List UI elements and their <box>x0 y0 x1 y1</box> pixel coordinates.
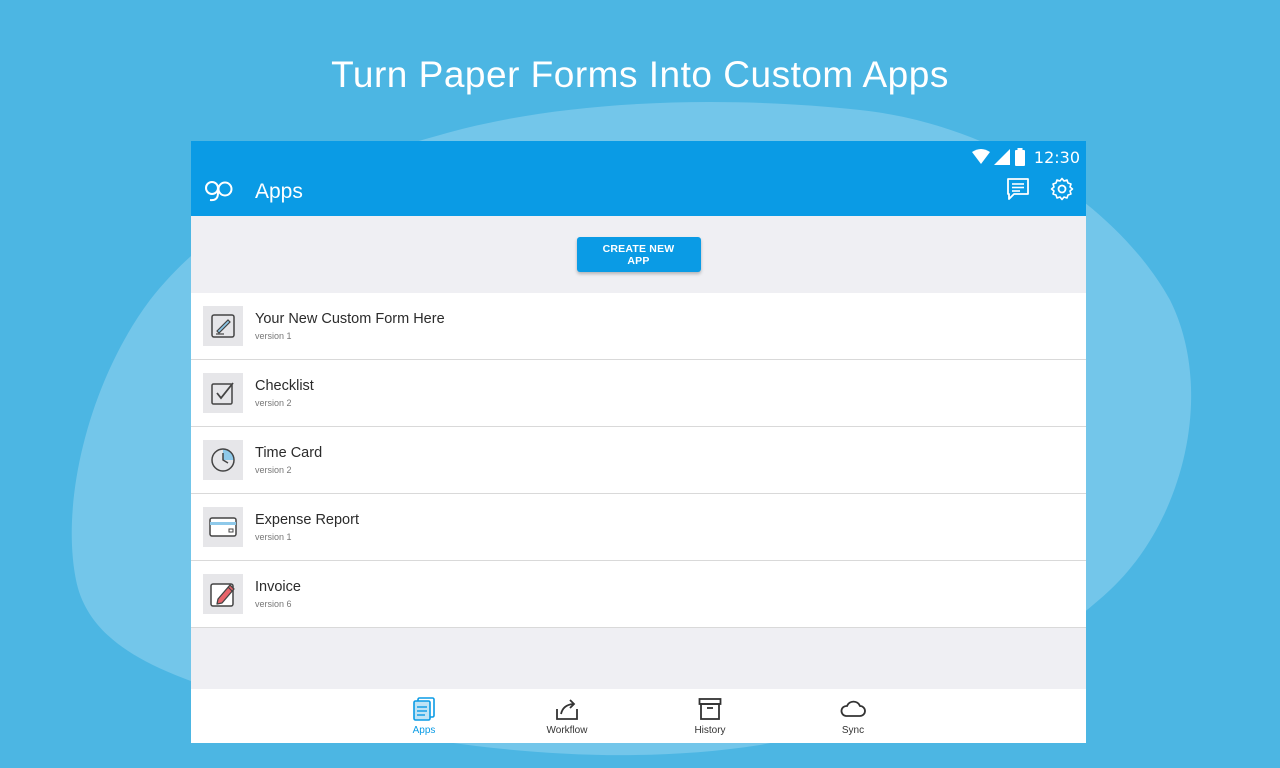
headline: Turn Paper Forms Into Custom Apps <box>331 54 949 95</box>
nav-history[interactable]: History <box>670 697 750 736</box>
settings-gear-icon[interactable] <box>1050 177 1074 201</box>
list-item-custom-form[interactable]: Your New Custom Form Here version 1 <box>191 293 1086 360</box>
nav-label: Sync <box>841 725 865 736</box>
list-item-expense-report[interactable]: Expense Report version 1 <box>191 494 1086 561</box>
app-version: version 1 <box>255 331 292 341</box>
app-version: version 2 <box>255 398 292 408</box>
page-title: Apps <box>255 180 303 203</box>
app-name: Your New Custom Form Here <box>255 311 445 327</box>
apps-list: Your New Custom Form Here version 1 Chec… <box>191 293 1086 628</box>
app-name: Time Card <box>255 445 323 461</box>
app-version: version 2 <box>255 465 292 475</box>
nav-label: Apps <box>412 725 436 736</box>
app-bar-actions <box>1006 177 1074 201</box>
checklist-icon <box>203 373 243 413</box>
pencil-edit-icon <box>203 574 243 614</box>
clock-icon <box>203 440 243 480</box>
messages-icon[interactable] <box>1006 177 1030 201</box>
app-name: Invoice <box>255 579 301 595</box>
battery-icon <box>1014 148 1025 166</box>
cloud-icon <box>840 700 866 717</box>
nav-workflow[interactable]: Workflow <box>527 697 607 736</box>
app-version: version 1 <box>255 532 292 542</box>
wifi-icon <box>971 149 990 164</box>
status-time: 12:30 <box>1033 147 1080 167</box>
status-bar: 12:30 <box>971 146 1080 168</box>
credit-card-icon <box>203 507 243 547</box>
app-version: version 6 <box>255 599 292 609</box>
apps-stack-icon <box>413 697 435 721</box>
custom-form-icon <box>203 306 243 346</box>
create-area: CREATE NEW APP <box>191 216 1086 293</box>
list-item-time-card[interactable]: Time Card version 2 <box>191 427 1086 494</box>
share-tray-icon <box>556 699 578 720</box>
nav-label: Workflow <box>546 725 588 736</box>
nav-apps[interactable]: Apps <box>384 697 464 736</box>
goformz-logo-icon <box>205 181 233 202</box>
app-name: Checklist <box>255 378 314 394</box>
create-new-app-button[interactable]: CREATE NEW APP <box>576 237 701 272</box>
archive-box-icon <box>698 698 722 720</box>
app-bar: 12:30 Apps <box>191 141 1086 216</box>
nav-sync[interactable]: Sync <box>813 697 893 736</box>
nav-label: History <box>694 725 726 736</box>
app-window: 12:30 Apps CREATE NEW APP Your New Custo… <box>191 141 1086 743</box>
list-item-invoice[interactable]: Invoice version 6 <box>191 561 1086 628</box>
app-name: Expense Report <box>255 512 359 528</box>
bottom-navigation: Apps Workflow History Sync <box>191 689 1086 743</box>
signal-icon <box>993 149 1010 165</box>
list-item-checklist[interactable]: Checklist version 2 <box>191 360 1086 427</box>
